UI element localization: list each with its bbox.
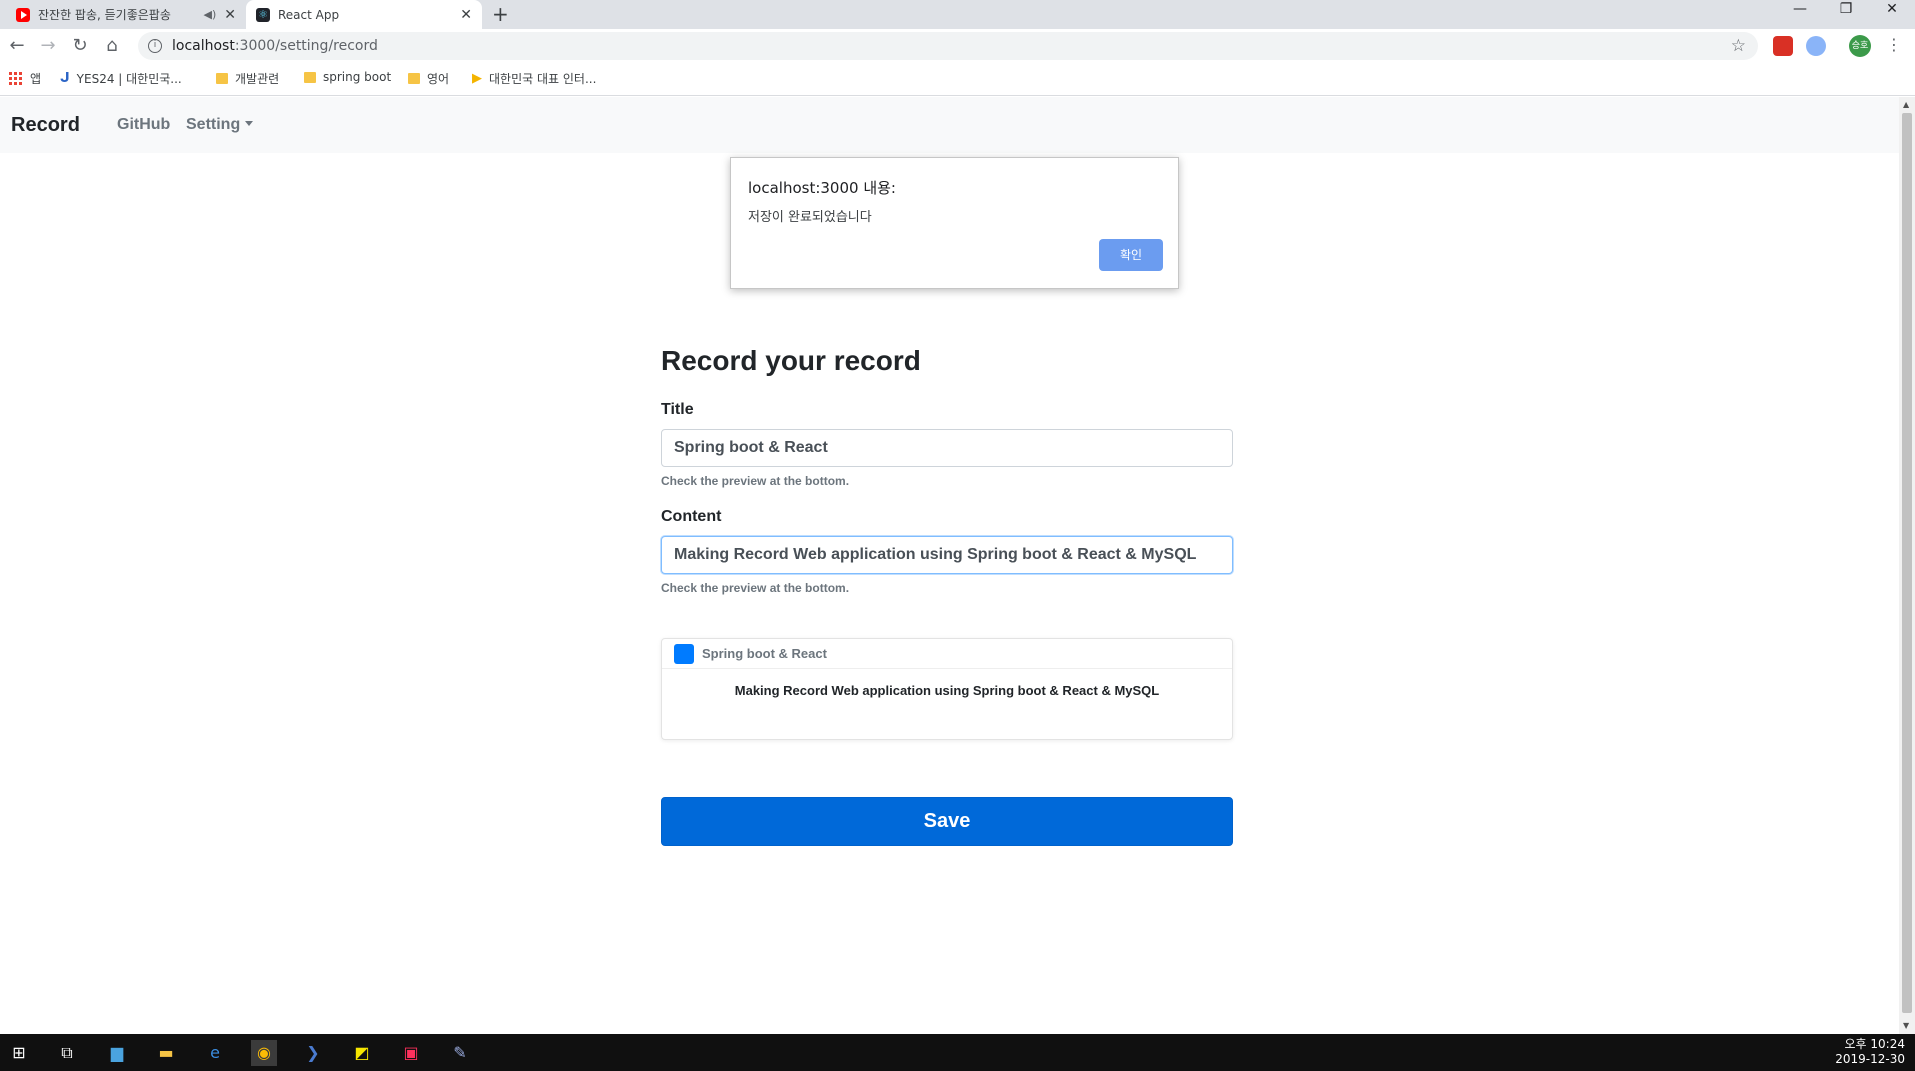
nav-setting-label: Setting (186, 116, 241, 133)
title-label: Title (661, 401, 694, 418)
sticky-notes-icon[interactable]: ◩ (349, 1040, 375, 1066)
record-form: Record your record Title Check the previ… (661, 345, 1233, 846)
bookmark-label: 영어 (427, 72, 450, 86)
app-navbar: Record GitHub Setting (0, 97, 1899, 153)
clock-time: 오후 10:24 (1844, 1037, 1905, 1051)
bookmark-yes24[interactable]: ᒍ YES24 | 대한민국... (60, 70, 182, 87)
content-label: Content (661, 508, 722, 525)
bookmark-folder-english[interactable]: 영어 (408, 70, 449, 87)
bookmark-label: 개발관련 (235, 72, 280, 86)
address-bar[interactable]: i localhost:3000/setting/record ☆ (138, 32, 1758, 60)
dialog-title: localhost:3000 내용: (748, 179, 896, 197)
arrow-icon: ▶ (472, 71, 482, 86)
preview-body: Making Record Web application using Spri… (734, 683, 1160, 698)
windows-start-icon[interactable]: ⊞ (6, 1040, 32, 1066)
new-tab-button[interactable]: + (492, 2, 509, 26)
preview-header: Spring boot & React (662, 639, 1232, 669)
bookmark-apps[interactable]: 앱 (9, 70, 41, 87)
home-icon[interactable]: ⌂ (99, 33, 125, 59)
forward-icon[interactable]: → (35, 33, 61, 59)
bookmark-label: spring boot (323, 70, 392, 84)
reload-icon[interactable]: ↻ (67, 33, 93, 59)
scrollbar-thumb[interactable] (1902, 113, 1912, 1013)
dialog-ok-button[interactable]: 확인 (1099, 239, 1163, 271)
page-scrollbar[interactable]: ▲ ▼ (1899, 97, 1915, 1034)
browser-toolbar: ← → ↻ ⌂ i localhost:3000/setting/record … (0, 29, 1915, 63)
url-path: :3000/setting/record (234, 38, 378, 54)
back-icon[interactable]: ← (4, 33, 30, 59)
alert-dialog: localhost:3000 내용: 저장이 완료되었습니다 확인 (730, 157, 1179, 289)
bookmark-folder-dev[interactable]: 개발관련 (216, 70, 279, 87)
intellij-icon[interactable]: ▣ (398, 1040, 424, 1066)
react-icon: ⚛ (256, 7, 270, 22)
powershell-icon[interactable]: ❯ (300, 1040, 326, 1066)
page-viewport: Record GitHub Setting Record your record… (0, 97, 1899, 1034)
navbar-brand[interactable]: Record (11, 114, 80, 137)
title-input[interactable] (661, 429, 1233, 467)
bookmarks-bar: 앱 ᒍ YES24 | 대한민국... 개발관련 spring boot 영어 … (0, 63, 1915, 96)
save-button[interactable]: Save (661, 797, 1233, 846)
bookmark-label: 앱 (30, 72, 42, 86)
browser-tabstrip: 잔잔한 팝송, 듣기좋은팝송 ◀) ✕ ⚛ React App ✕ + — ❐ … (0, 0, 1915, 29)
folder-icon (408, 73, 420, 84)
bookmark-label: YES24 | 대한민국... (76, 72, 182, 86)
windows-taskbar: ⊞ ⧉ ▆ ▬ e ◉ ❯ ◩ ▣ ✎ 오후 10:24 2019-12-30 (0, 1034, 1915, 1071)
content-input[interactable] (661, 536, 1233, 574)
minimize-button[interactable]: — (1777, 0, 1823, 29)
url-host: localhost (172, 38, 235, 54)
page-title: Record your record (661, 345, 921, 376)
apps-grid-icon (9, 71, 23, 86)
extension-icon[interactable] (1773, 36, 1793, 56)
task-view-icon[interactable]: ⧉ (54, 1040, 80, 1066)
bookmark-portal[interactable]: ▶ 대한민국 대표 인터... (472, 70, 596, 87)
tab-youtube[interactable]: 잔잔한 팝송, 듣기좋은팝송 ◀) ✕ (6, 0, 246, 29)
close-window-button[interactable]: ✕ (1869, 0, 1915, 29)
preview-card: Spring boot & React Making Record Web ap… (661, 638, 1233, 740)
youtube-icon (16, 7, 30, 22)
nav-github-link[interactable]: GitHub (117, 116, 170, 134)
internet-explorer-icon[interactable]: e (202, 1040, 228, 1066)
tab-close-icon[interactable]: ✕ (460, 7, 472, 23)
yes24-icon: ᒍ (60, 71, 70, 86)
paint-icon[interactable]: ✎ (447, 1040, 473, 1066)
scroll-up-icon[interactable]: ▲ (1903, 100, 1909, 109)
blue-square-icon (674, 643, 694, 664)
restore-button[interactable]: ❐ (1823, 0, 1869, 29)
tab-close-icon[interactable]: ✕ (224, 7, 236, 23)
speaker-icon[interactable]: ◀) (204, 8, 217, 21)
system-clock[interactable]: 오후 10:24 2019-12-30 (1835, 1037, 1905, 1067)
clock-date: 2019-12-30 (1835, 1052, 1905, 1066)
dialog-message: 저장이 완료되었습니다 (748, 210, 872, 225)
bookmark-folder-spring[interactable]: spring boot (304, 70, 391, 84)
title-help-text: Check the preview at the bottom. (661, 474, 850, 488)
folder-icon (216, 73, 228, 84)
scroll-down-icon[interactable]: ▼ (1903, 1021, 1909, 1030)
bookmark-label: 대한민국 대표 인터... (489, 72, 597, 86)
tab-title: 잔잔한 팝송, 듣기좋은팝송 (38, 8, 171, 22)
preview-title: Spring boot & React (702, 646, 827, 661)
tab-react-app[interactable]: ⚛ React App ✕ (246, 0, 482, 29)
caret-down-icon (245, 121, 254, 126)
chrome-icon[interactable]: ◉ (251, 1040, 277, 1066)
remote-desktop-icon[interactable]: ▆ (104, 1040, 130, 1066)
bookmark-star-icon[interactable]: ☆ (1731, 36, 1746, 56)
folder-icon (304, 71, 316, 83)
more-menu-icon[interactable]: ⋮ (1886, 35, 1902, 54)
content-help-text: Check the preview at the bottom. (661, 581, 850, 595)
profile-avatar[interactable]: 승호 (1849, 35, 1871, 57)
info-icon[interactable]: i (148, 39, 162, 53)
file-explorer-icon[interactable]: ▬ (153, 1040, 179, 1066)
extension-icon[interactable] (1806, 36, 1826, 56)
nav-setting-dropdown[interactable]: Setting (186, 116, 254, 134)
tab-title: React App (278, 7, 340, 22)
